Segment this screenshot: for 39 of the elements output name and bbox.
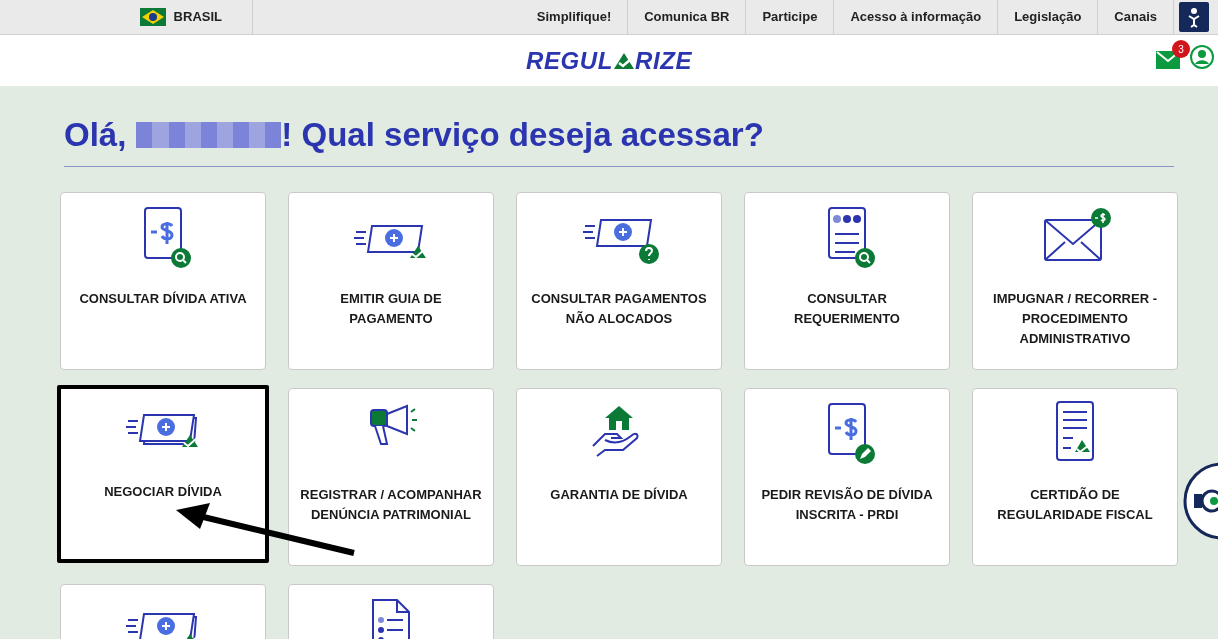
service-card[interactable]: REGISTRAR / ACOMPANHAR DENÚNCIA PATRIMONIAL: [288, 387, 494, 566]
service-label: CONSULTAR REQUERIMENTO: [793, 289, 901, 328]
banknote-stack-check-icon: [126, 611, 200, 639]
service-label: PEDIR REVISÃO DE DÍVIDA INSCRITA - PRDI: [760, 485, 934, 524]
service-label: NEGOCIAR DÍVIDA: [103, 482, 223, 501]
banknote-stack-check-icon: [126, 412, 200, 447]
top-bar-link[interactable]: Participe: [746, 0, 835, 34]
top-bar-link[interactable]: Simplifique!: [520, 0, 629, 34]
mail-icon[interactable]: [1156, 51, 1180, 69]
country-label: BRASIL: [173, 8, 222, 27]
top-bar-link[interactable]: Acesso à informação: [834, 0, 999, 34]
service-card[interactable]: CONSULTAR PAGAMENTOS NÃO ALOCADOS: [516, 191, 722, 370]
service-card[interactable]: CONSULTAR DÍVIDA ATIVA: [60, 191, 266, 370]
service-label: CONSULTAR PAGAMENTOS NÃO ALOCADOS: [530, 289, 708, 328]
service-label: IMPUGNAR / RECORRER - PROCEDIMENTO ADMINISTRATIVO: [992, 289, 1158, 348]
service-card[interactable]: CERTIDÃO DE REGULARIDADE FISCAL: [972, 387, 1178, 566]
service-label: REGISTRAR / ACOMPANHAR DENÚNCIA PATRIMONIAL: [299, 485, 483, 524]
service-card[interactable]: PEDIR REVISÃO DE DÍVIDA INSCRITA - PRDI: [744, 387, 950, 566]
service-card[interactable]: EMITIR GUIA DE PAGAMENTO: [288, 191, 494, 370]
service-card[interactable]: IMPUGNAR / RECORRER - PROCEDIMENTO ADMINISTRATIVO: [972, 191, 1178, 370]
greeting-question: ! Qual serviço deseja acessar?: [281, 115, 764, 155]
logo[interactable]: REGUL RIZE: [525, 42, 693, 79]
top-bar-link[interactable]: Canais: [1098, 0, 1174, 34]
notification-badge: 3: [1172, 40, 1190, 58]
top-bar-link[interactable]: Legislação: [998, 0, 1099, 34]
accessibility-icon[interactable]: [1179, 2, 1209, 32]
service-label: EMITIR GUIA DE PAGAMENTO: [339, 289, 443, 328]
service-label: CONSULTAR DÍVIDA ATIVA: [78, 289, 248, 308]
service-card[interactable]: NEGOCIAR DÍVIDA: [57, 384, 269, 563]
service-label: GARANTIA DE DÍVIDA: [549, 485, 689, 504]
chat-assistant-icon[interactable]: [1182, 462, 1218, 540]
top-bar-link[interactable]: Comunica BR: [628, 0, 747, 34]
flag-icon: [139, 8, 166, 26]
user-icon[interactable]: [1190, 45, 1214, 69]
service-card[interactable]: CONSULTAR REQUERIMENTO: [744, 191, 950, 370]
greeting-prefix: Olá,: [64, 115, 127, 155]
service-card[interactable]: GARANTIA DE DÍVIDA: [516, 387, 722, 566]
service-label: CERTIDÃO DE REGULARIDADE FISCAL: [996, 485, 1154, 524]
banknote-check-icon: [354, 223, 428, 258]
